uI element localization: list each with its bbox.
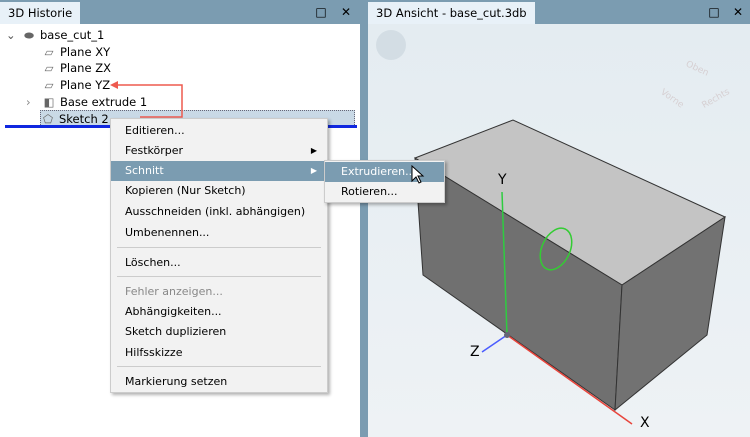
menu-item-ausschneiden[interactable]: Ausschneiden (inkl. abhängigen) — [111, 202, 327, 222]
menu-item-abhaengigkeiten[interactable]: Abhängigkeiten... — [111, 302, 327, 322]
menu-item-sketch-duplizieren[interactable]: Sketch duplizieren — [111, 322, 327, 342]
menu-item-markierung-setzen[interactable]: Markierung setzen — [111, 372, 327, 392]
z-axis — [481, 334, 508, 353]
menu-separator — [117, 276, 321, 277]
menu-item-festkoerper[interactable]: Festkörper ▶ — [111, 141, 327, 161]
mouse-cursor-icon — [411, 165, 425, 184]
origin-point — [504, 332, 510, 338]
menu-item-fehler-anzeigen: Fehler anzeigen... — [125, 285, 223, 298]
menu-item-loeschen[interactable]: Löschen... — [111, 253, 327, 273]
menu-separator — [117, 247, 321, 248]
menu-item-extrudieren[interactable]: Extrudieren... — [325, 162, 444, 182]
submenu-arrow-icon: ▶ — [310, 146, 317, 155]
menu-item-schnitt[interactable]: Schnitt ▶ — [111, 161, 327, 181]
menu-item-umbenennen[interactable]: Umbenennen... — [111, 223, 327, 243]
menu-item-hilfsskizze[interactable]: Hilfsskizze — [111, 343, 327, 363]
context-menu: Editieren... Festkörper ▶ Schnitt ▶ Kopier… — [110, 118, 328, 393]
menu-item-rotieren[interactable]: Rotieren... — [325, 182, 444, 202]
submenu-arrow-icon: ▶ — [310, 166, 317, 175]
menu-item-editieren[interactable]: Editieren... — [111, 121, 327, 141]
axis-label-x: X — [640, 415, 650, 431]
3d-view-panel: 3D Ansicht - base_cut.3db □ ✕ Oben Vorne… — [368, 0, 750, 437]
menu-item-kopieren[interactable]: Kopieren (Nur Sketch) — [111, 181, 327, 201]
3d-viewport[interactable]: Oben Vorne Rechts Y Z X — [368, 24, 750, 437]
axis-label-z: Z — [470, 344, 480, 360]
menu-separator — [117, 366, 321, 367]
axis-label-y: Y — [498, 172, 507, 188]
schnitt-submenu: Extrudieren... Rotieren... — [324, 160, 445, 203]
